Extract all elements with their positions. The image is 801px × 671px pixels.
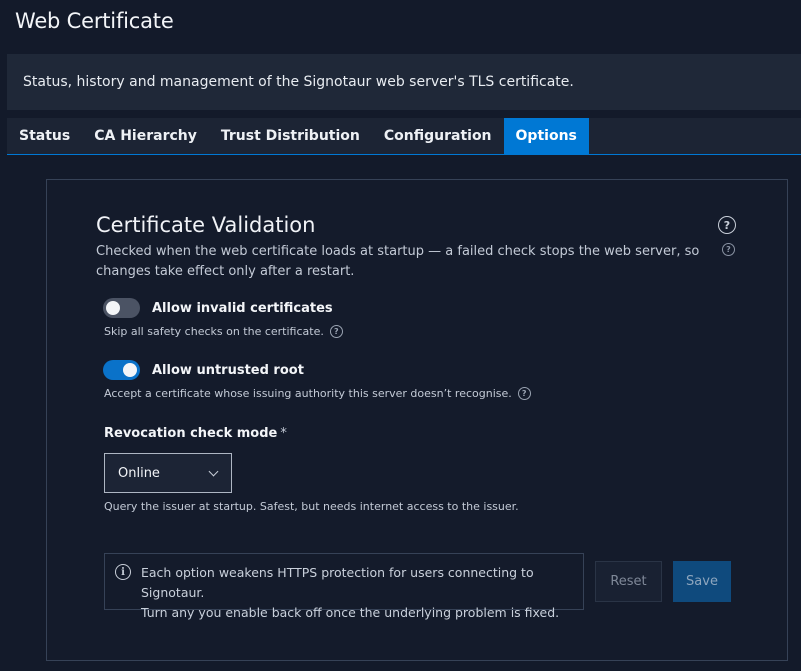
allow-invalid-hint: Skip all safety checks on the certificat… xyxy=(104,325,324,338)
card-title: Certificate Validation xyxy=(96,213,316,237)
tab-ca-hierarchy[interactable]: CA Hierarchy xyxy=(82,118,209,154)
tab-options[interactable]: Options xyxy=(503,118,589,154)
info-circle-icon: i xyxy=(115,564,131,580)
tab-trust-distribution[interactable]: Trust Distribution xyxy=(209,118,372,154)
notice-line-2: Turn any you enable back off once the un… xyxy=(141,605,560,620)
allow-untrusted-root-hint: Accept a certificate whose issuing autho… xyxy=(104,387,512,400)
page-title: Web Certificate xyxy=(15,9,174,33)
allow-invalid-hint-row: Skip all safety checks on the certificat… xyxy=(104,325,343,338)
allow-untrusted-root-label: Allow untrusted root xyxy=(152,362,304,378)
allow-invalid-help-icon[interactable]: ? xyxy=(329,325,343,338)
required-marker: * xyxy=(280,426,287,441)
page-subtitle: Status, history and management of the Si… xyxy=(23,74,574,90)
option-allow-invalid: Allow invalid certificates xyxy=(103,298,333,318)
card-description: Checked when the web certificate loads a… xyxy=(96,244,700,279)
option-allow-untrusted-root: Allow untrusted root xyxy=(103,360,304,380)
toggle-knob xyxy=(106,301,120,315)
toggle-knob xyxy=(123,363,137,377)
question-circle-icon[interactable]: ? xyxy=(718,216,736,234)
revocation-mode-select[interactable]: Online xyxy=(104,453,232,493)
chevron-down-icon xyxy=(208,466,219,476)
reset-button[interactable]: Reset xyxy=(595,561,662,602)
revocation-label-row: Revocation check mode * xyxy=(104,426,287,441)
allow-untrusted-root-hint-row: Accept a certificate whose issuing autho… xyxy=(104,387,531,400)
allow-untrusted-root-toggle[interactable] xyxy=(103,360,140,380)
allow-invalid-label: Allow invalid certificates xyxy=(152,300,333,316)
allow-invalid-toggle[interactable] xyxy=(103,298,140,318)
notice-text: Each option weakens HTTPS protection for… xyxy=(141,563,583,623)
tab-status[interactable]: Status xyxy=(7,118,82,154)
page-subtitle-bar: Status, history and management of the Si… xyxy=(7,54,801,110)
tab-bar: Status CA Hierarchy Trust Distribution C… xyxy=(7,118,801,155)
revocation-selected-value: Online xyxy=(118,465,160,481)
notice-line-1: Each option weakens HTTPS protection for… xyxy=(141,565,534,600)
revocation-hint: Query the issuer at startup. Safest, but… xyxy=(104,500,519,513)
description-help-icon[interactable]: ? xyxy=(722,243,735,256)
warning-notice: i Each option weakens HTTPS protection f… xyxy=(104,553,584,620)
allow-untrusted-root-help-icon[interactable]: ? xyxy=(517,387,531,400)
save-button[interactable]: Save xyxy=(673,561,731,602)
tab-configuration[interactable]: Configuration xyxy=(372,118,504,154)
revocation-label: Revocation check mode xyxy=(104,426,278,441)
certificate-validation-card: Certificate Validation ? ? Checked when … xyxy=(46,179,788,661)
